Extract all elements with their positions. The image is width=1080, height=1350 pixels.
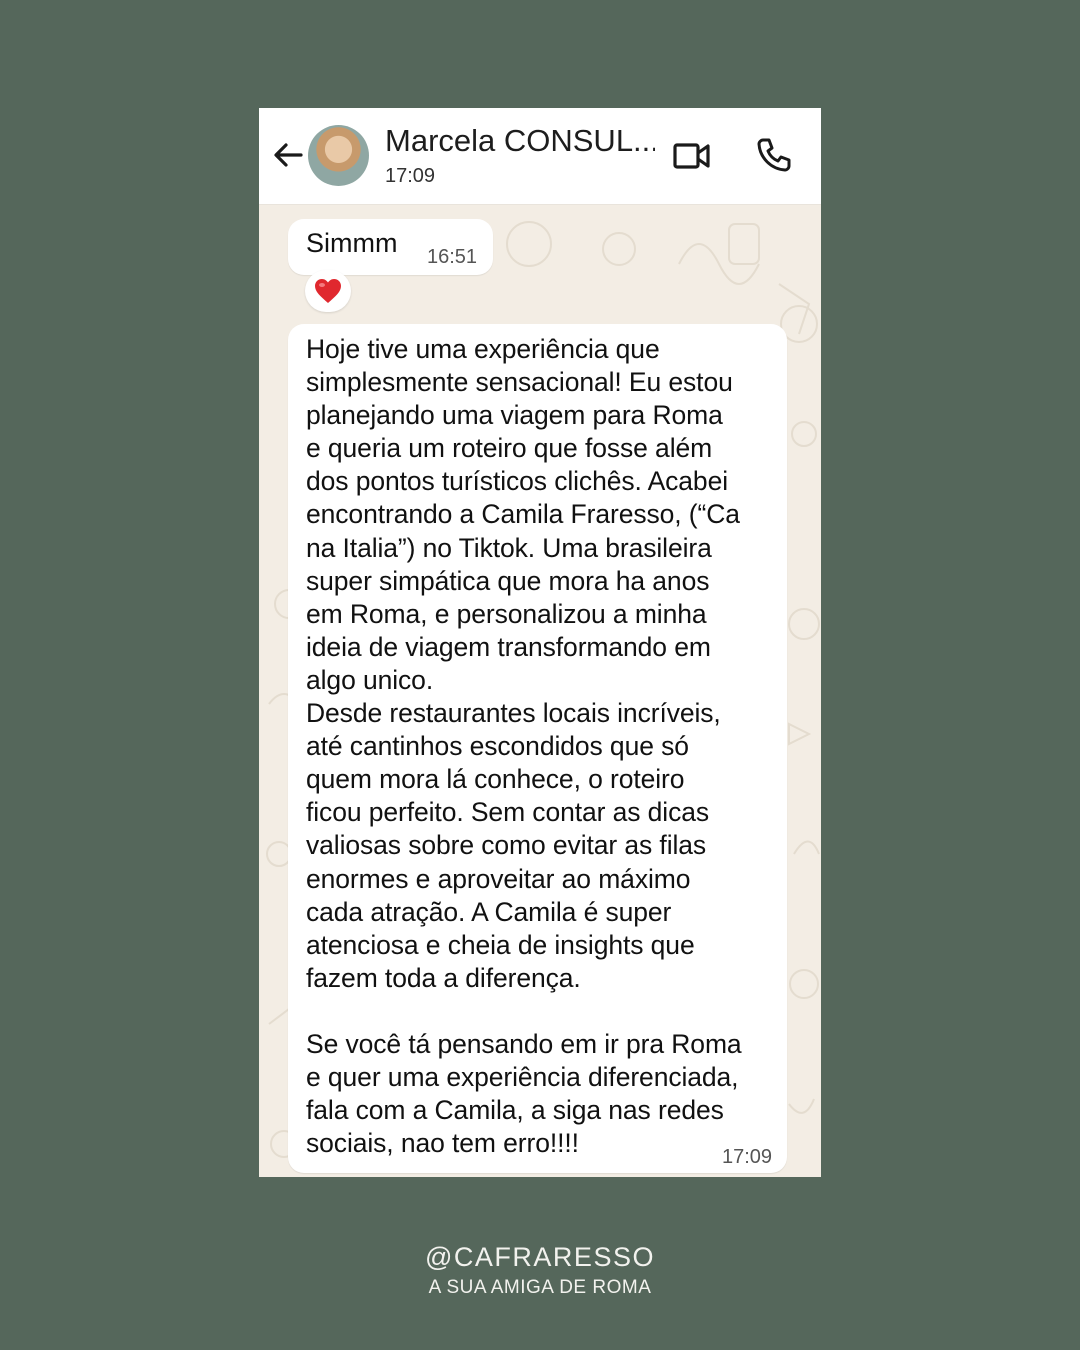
contact-avatar[interactable]	[308, 125, 369, 186]
contact-name[interactable]: Marcela CONSUL...	[385, 123, 655, 159]
heart-icon	[315, 279, 341, 303]
message-time: 17:09	[722, 1146, 773, 1168]
chat-header: Marcela CONSUL... 17:09	[259, 108, 821, 205]
message-time: 16:51	[427, 246, 478, 268]
phone-call-icon[interactable]	[755, 136, 793, 174]
message-bubble-incoming[interactable]: Hoje tive uma experiência que simplesmen…	[288, 324, 787, 1173]
back-arrow-icon[interactable]	[271, 138, 305, 172]
last-seen-time: 17:09	[385, 165, 436, 187]
message-bubble-incoming[interactable]: Simmm 16:51	[288, 219, 493, 275]
instagram-handle: @CAFRARESSO	[425, 1242, 655, 1272]
video-call-icon[interactable]	[672, 136, 712, 176]
message-text: Simmm	[306, 228, 398, 258]
chat-screenshot: Marcela CONSUL... 17:09 Simmm 16:51 Hoje…	[259, 108, 821, 1177]
tagline: A SUA AMIGA DE ROMA	[428, 1277, 652, 1298]
message-text: Hoje tive uma experiência que simplesmen…	[306, 334, 742, 1159]
message-reaction[interactable]	[305, 270, 351, 312]
